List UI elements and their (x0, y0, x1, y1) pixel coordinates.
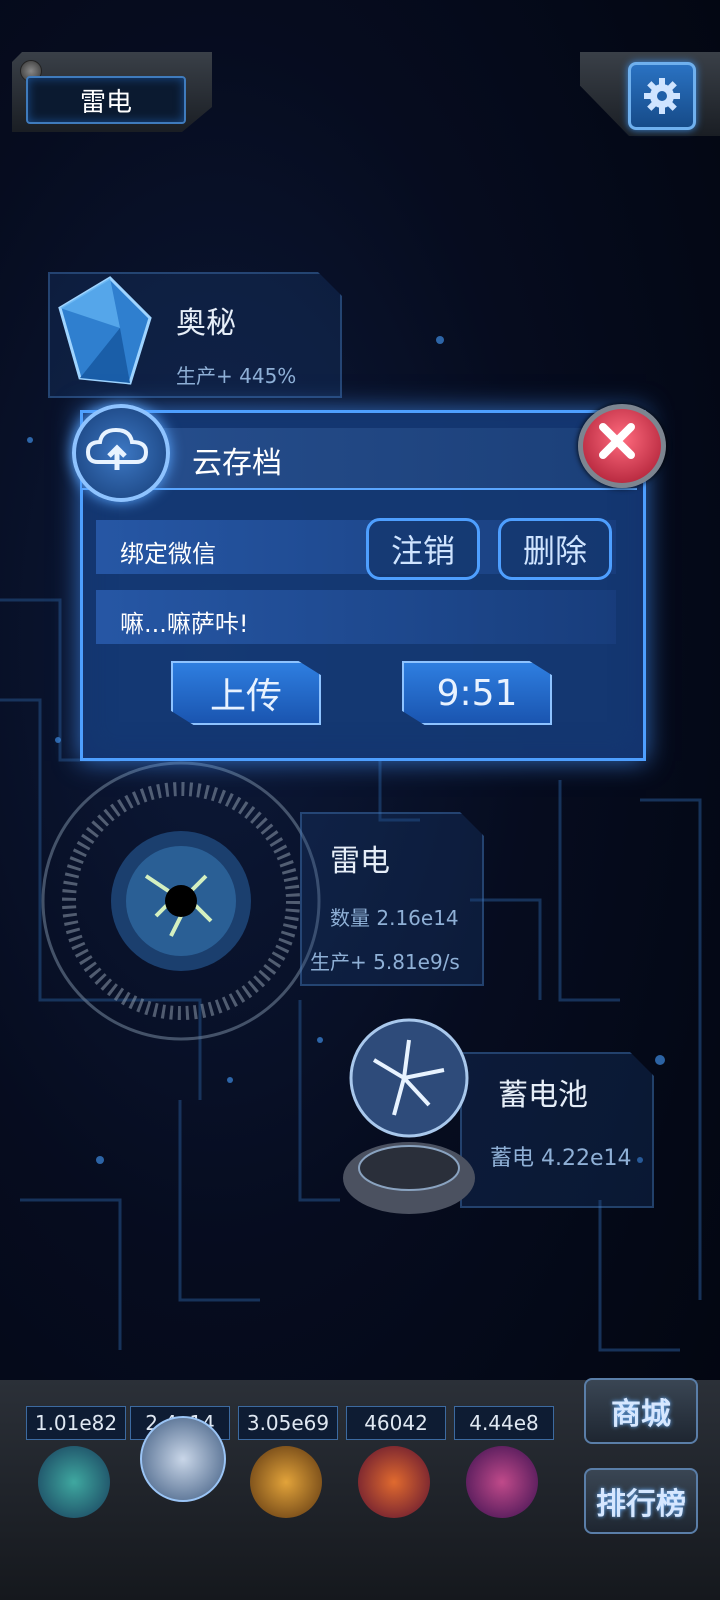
battery-orb-icon (343, 1018, 475, 1214)
status-text: 嘛...嘛萨咔! (120, 610, 249, 638)
battery-title: 蓄电池 (498, 1078, 588, 1113)
thunder-production: 生产+ 5.81e9/s (310, 950, 460, 974)
mystery-stat: 生产+ 445% (176, 364, 297, 388)
battery-charge: 蓄电 4.22e14 (490, 1146, 632, 1171)
header-title: 雷电 (26, 76, 186, 124)
resource-value: 46042 (346, 1406, 446, 1440)
delete-button[interactable]: 删除 (498, 518, 612, 580)
resource-value: 3.05e69 (238, 1406, 338, 1440)
mystery-title: 奥秘 (176, 306, 236, 341)
energy-orb-button[interactable] (358, 1446, 430, 1518)
settings-button[interactable] (628, 62, 696, 130)
close-button[interactable] (578, 404, 666, 488)
fire-orb-button[interactable] (250, 1446, 322, 1518)
crystal-icon (58, 276, 152, 385)
resource-value: 4.44e8 (454, 1406, 554, 1440)
thunder-title: 雷电 (330, 844, 390, 879)
bind-wechat-label: 绑定微信 (120, 540, 216, 568)
upload-button[interactable]: 上传 (171, 661, 321, 725)
download-timer-button[interactable]: 9:51 (402, 661, 552, 725)
close-icon (599, 423, 635, 459)
thunder-count: 数量 2.16e14 (330, 906, 459, 930)
logout-button[interactable]: 注销 (366, 518, 480, 580)
ranking-button[interactable]: 排行榜 (584, 1468, 698, 1534)
resource-value: 1.01e82 (26, 1406, 126, 1440)
mystery-orb-button[interactable] (38, 1446, 110, 1518)
shop-button[interactable]: 商城 (584, 1378, 698, 1444)
thunder-reactor-icon (41, 761, 321, 1041)
void-orb-button[interactable] (466, 1446, 538, 1518)
gear-icon (644, 78, 680, 114)
thunder-orb-button[interactable] (140, 1416, 226, 1502)
dialog-title: 云存档 (192, 446, 282, 481)
cloud-upload-icon (72, 404, 170, 502)
